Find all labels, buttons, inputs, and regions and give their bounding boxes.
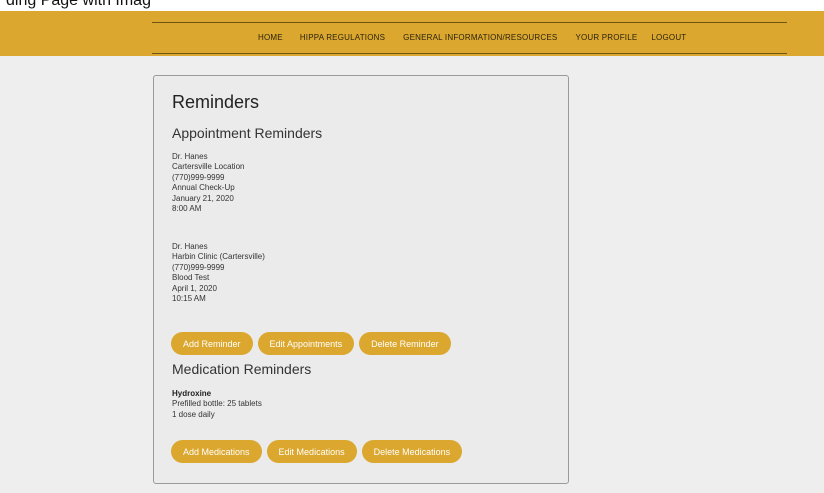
- medication-reminders-heading: Medication Reminders: [172, 361, 312, 377]
- appointment-actions: Add Reminder Edit Appointments Delete Re…: [171, 332, 451, 355]
- appointment-doctor: Dr. Hanes: [172, 152, 208, 161]
- nav-general-information[interactable]: GENERAL INFORMATION/RESOURCES: [403, 33, 557, 47]
- appointment-doctor: Dr. Hanes: [172, 242, 208, 251]
- add-reminder-button[interactable]: Add Reminder: [171, 332, 253, 355]
- appointment-time: 10:15 AM: [172, 294, 206, 304]
- appointment-item: Dr. Hanes Harbin Clinic (Cartersville) (…: [172, 242, 265, 304]
- nav-your-profile[interactable]: YOUR PROFILE: [575, 33, 637, 47]
- nav-divider-top: [152, 22, 787, 23]
- nav-logout[interactable]: LOGOUT: [651, 33, 686, 47]
- appointment-time: 8:00 AM: [172, 204, 202, 214]
- nav-hippa-regulations[interactable]: HIPPA REGULATIONS: [300, 33, 385, 47]
- appointment-date: January 21, 2020: [172, 193, 234, 203]
- medication-actions: Add Medications Edit Medications Delete …: [171, 440, 463, 463]
- reminders-card: Reminders Appointment Reminders Dr. Hane…: [153, 75, 569, 484]
- medication-name: Hydroxine: [172, 389, 212, 398]
- main-nav: HOME HIPPA REGULATIONS GENERAL INFORMATI…: [258, 33, 686, 47]
- appointment-reason: Blood Test: [172, 273, 210, 283]
- top-navigation-bar: HOME HIPPA REGULATIONS GENERAL INFORMATI…: [0, 11, 824, 56]
- delete-medications-button[interactable]: Delete Medications: [361, 440, 463, 463]
- nav-divider-bottom: [152, 53, 787, 54]
- edit-appointments-button[interactable]: Edit Appointments: [257, 332, 355, 355]
- appointment-item: Dr. Hanes Cartersville Location (770)999…: [172, 152, 244, 214]
- nav-home[interactable]: HOME: [258, 33, 283, 47]
- appointment-phone: (770)999-9999: [172, 172, 225, 182]
- medication-dose: 1 dose daily: [172, 409, 215, 419]
- appointment-reason: Annual Check-Up: [172, 183, 235, 193]
- appointment-reminders-heading: Appointment Reminders: [172, 125, 323, 141]
- appointment-phone: (770)999-9999: [172, 262, 225, 272]
- medication-detail: Prefilled bottle: 25 tablets: [172, 399, 262, 409]
- medication-item: Hydroxine Prefilled bottle: 25 tablets 1…: [172, 389, 262, 420]
- add-medications-button[interactable]: Add Medications: [171, 440, 262, 463]
- appointment-location: Cartersville Location: [172, 162, 245, 172]
- reminders-title: Reminders: [172, 92, 260, 112]
- delete-reminder-button[interactable]: Delete Reminder: [359, 332, 451, 355]
- appointment-location: Harbin Clinic (Cartersville): [172, 252, 265, 262]
- appointment-date: April 1, 2020: [172, 283, 217, 293]
- edit-medications-button[interactable]: Edit Medications: [266, 440, 357, 463]
